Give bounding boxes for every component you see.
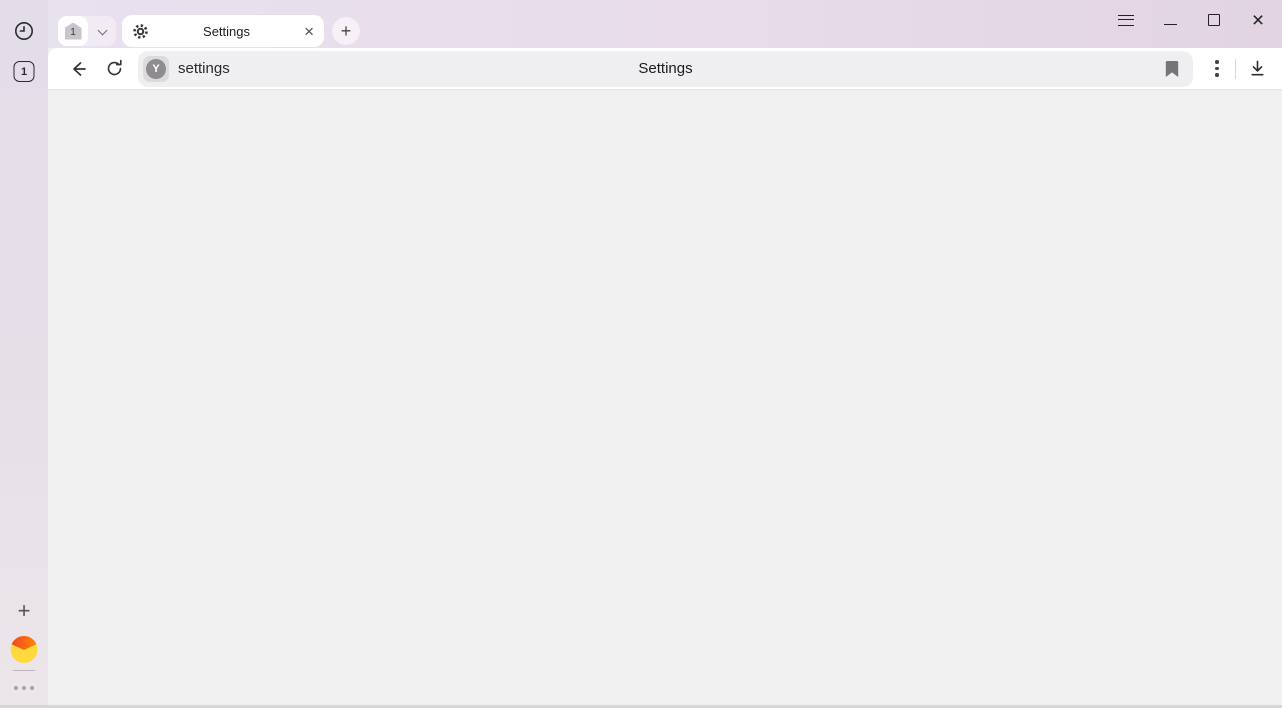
window-maximize-icon[interactable] (1192, 0, 1236, 40)
gear-icon (132, 23, 149, 40)
tab-group-count: 1 (21, 66, 27, 78)
tab-group-selector[interactable]: 1 (58, 16, 116, 46)
sidebar-divider (13, 670, 35, 671)
tab-bar: 1 Settings × + × (48, 0, 1282, 48)
tab-title: Settings (149, 24, 304, 39)
window-close-icon[interactable]: × (1236, 0, 1280, 40)
address-bar[interactable]: Y settings Settings (138, 51, 1193, 87)
window-controls: × (1104, 0, 1280, 40)
address-page-title: Settings (638, 60, 692, 77)
tab-group-pentagon-icon: 1 (65, 23, 82, 40)
history-clock-icon[interactable] (13, 20, 35, 42)
tab-group-sidebar-icon[interactable]: 1 (14, 61, 35, 82)
browser-side-strip: 1 + (0, 0, 48, 708)
bookmark-icon[interactable] (1165, 60, 1179, 78)
address-url-text: settings (178, 60, 230, 77)
toolbar-more-icon[interactable] (1199, 51, 1235, 87)
reload-icon[interactable] (96, 51, 132, 87)
sidebar-more-icon[interactable] (14, 686, 34, 690)
window-minimize-icon[interactable] (1148, 0, 1192, 40)
yandex-browser-logo-icon[interactable] (11, 636, 38, 663)
tab-settings[interactable]: Settings × (122, 15, 324, 47)
tab-group-chevron-icon[interactable] (88, 27, 116, 36)
browser-menu-icon[interactable] (1104, 0, 1148, 40)
back-icon[interactable] (60, 51, 96, 87)
sidebar-add-icon[interactable]: + (18, 598, 31, 624)
browser-toolbar: Y settings Settings (48, 48, 1282, 90)
tab-close-icon[interactable]: × (304, 23, 314, 40)
downloads-icon[interactable] (1236, 51, 1278, 87)
site-favicon-icon: Y (143, 56, 169, 82)
new-tab-button[interactable]: + (332, 17, 360, 45)
